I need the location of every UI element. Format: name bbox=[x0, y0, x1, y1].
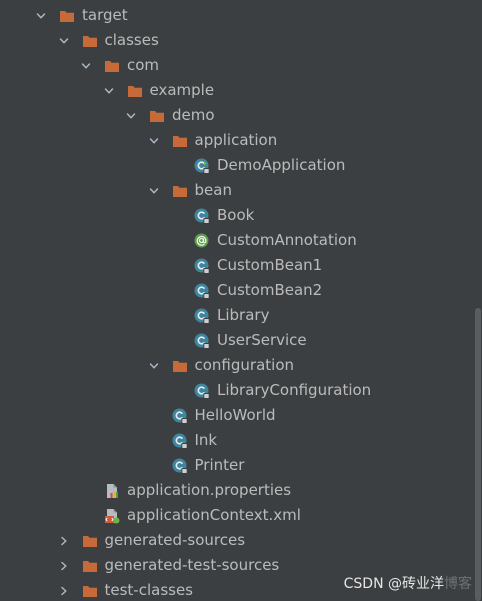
properties-file-icon bbox=[104, 483, 120, 499]
tree-folder-demo[interactable]: demo bbox=[0, 103, 472, 128]
folder-icon bbox=[172, 183, 188, 199]
tree-file-book[interactable]: Book bbox=[0, 203, 472, 228]
tree-item-label: Ink bbox=[194, 431, 218, 449]
tree-item-label: target bbox=[82, 6, 128, 24]
folder-icon bbox=[149, 108, 165, 124]
tree-item-label: test-classes bbox=[104, 581, 194, 599]
folder-icon bbox=[82, 558, 98, 574]
tree-file-application-context-xml[interactable]: applicationContext.xml bbox=[0, 503, 472, 528]
tree-file-ink[interactable]: Ink bbox=[0, 428, 472, 453]
tree-item-label: DemoApplication bbox=[217, 156, 346, 174]
folder-icon bbox=[172, 133, 188, 149]
tree-item-label: Library bbox=[217, 306, 270, 324]
class-icon bbox=[172, 408, 188, 424]
chevron-right-icon[interactable] bbox=[59, 536, 69, 546]
tree-folder-target[interactable]: target bbox=[0, 3, 472, 28]
tree-file-custom-bean1[interactable]: CustomBean1 bbox=[0, 253, 472, 278]
tree-item-label: application.properties bbox=[127, 481, 292, 499]
class-icon bbox=[194, 258, 210, 274]
chevron-down-icon[interactable] bbox=[104, 86, 114, 96]
tree-folder-bean[interactable]: bean bbox=[0, 178, 472, 203]
tree-item-label: LibraryConfiguration bbox=[217, 381, 372, 399]
chevron-down-icon[interactable] bbox=[59, 36, 69, 46]
tree-folder-application[interactable]: application bbox=[0, 128, 472, 153]
tree-file-hello-world[interactable]: HelloWorld bbox=[0, 403, 472, 428]
tree-item-label: generated-test-sources bbox=[104, 556, 280, 574]
tree-folder-classes[interactable]: classes bbox=[0, 28, 472, 53]
tree-item-label: example bbox=[149, 81, 215, 99]
tree-item-label: applicationContext.xml bbox=[127, 506, 301, 524]
tree-file-custom-annotation[interactable]: CustomAnnotation bbox=[0, 228, 472, 253]
tree-file-demo-application[interactable]: DemoApplication bbox=[0, 153, 472, 178]
tree-file-application-properties[interactable]: application.properties bbox=[0, 478, 472, 503]
tree-folder-generated-sources[interactable]: generated-sources bbox=[0, 528, 472, 553]
chevron-down-icon[interactable] bbox=[81, 61, 91, 71]
chevron-down-icon[interactable] bbox=[149, 136, 159, 146]
vertical-scrollbar[interactable] bbox=[474, 0, 482, 601]
folder-icon bbox=[104, 58, 120, 74]
tree-folder-configuration[interactable]: configuration bbox=[0, 353, 472, 378]
tree-item-label: CustomBean1 bbox=[217, 256, 323, 274]
chevron-down-icon[interactable] bbox=[36, 11, 46, 21]
tree-item-label: demo bbox=[172, 106, 215, 124]
tree-item-label: bean bbox=[194, 181, 232, 199]
tree-item-label: Printer bbox=[194, 456, 245, 474]
chevron-right-icon[interactable] bbox=[59, 561, 69, 571]
spring-xml-file-icon bbox=[104, 508, 120, 524]
tree-file-custom-bean2[interactable]: CustomBean2 bbox=[0, 278, 472, 303]
scrollbar-thumb[interactable] bbox=[475, 308, 481, 601]
tree-item-label: classes bbox=[104, 31, 159, 49]
folder-icon bbox=[59, 8, 75, 24]
tree-item-label: configuration bbox=[194, 356, 295, 374]
tree-item-label: CustomAnnotation bbox=[217, 231, 357, 249]
project-tree: target classes com example demo application De… bbox=[0, 0, 482, 601]
tree-item-label: generated-sources bbox=[104, 531, 246, 549]
class-icon bbox=[194, 333, 210, 349]
tree-file-library-configuration[interactable]: LibraryConfiguration bbox=[0, 378, 472, 403]
tree-folder-example[interactable]: example bbox=[0, 78, 472, 103]
tree-folder-com[interactable]: com bbox=[0, 53, 472, 78]
tree-file-library[interactable]: Library bbox=[0, 303, 472, 328]
tree-item-label: com bbox=[127, 56, 160, 74]
tree-item-label: application bbox=[194, 131, 278, 149]
class-icon bbox=[194, 383, 210, 399]
class-icon bbox=[194, 208, 210, 224]
folder-icon bbox=[127, 83, 143, 99]
class-icon bbox=[172, 433, 188, 449]
tree-file-printer[interactable]: Printer bbox=[0, 453, 472, 478]
watermark-faint-text: 博客 bbox=[444, 576, 472, 592]
folder-icon bbox=[172, 358, 188, 374]
class-icon bbox=[194, 308, 210, 324]
class-icon bbox=[172, 458, 188, 474]
watermark: CSDN @砖业洋博客 bbox=[344, 573, 472, 593]
folder-icon bbox=[82, 583, 98, 599]
chevron-right-icon[interactable] bbox=[59, 586, 69, 596]
tree-item-label: UserService bbox=[217, 331, 307, 349]
tree-item-label: Book bbox=[217, 206, 255, 224]
folder-icon bbox=[82, 33, 98, 49]
watermark-text: CSDN @砖业洋 bbox=[343, 576, 444, 592]
tree-item-label: HelloWorld bbox=[194, 406, 276, 424]
tree-item-label: CustomBean2 bbox=[217, 281, 323, 299]
annotation-icon bbox=[194, 233, 210, 249]
spring-boot-class-icon bbox=[194, 158, 210, 174]
chevron-down-icon[interactable] bbox=[126, 111, 136, 121]
tree-file-user-service[interactable]: UserService bbox=[0, 328, 472, 353]
chevron-down-icon[interactable] bbox=[149, 186, 159, 196]
folder-icon bbox=[82, 533, 98, 549]
class-icon bbox=[194, 283, 210, 299]
chevron-down-icon[interactable] bbox=[149, 361, 159, 371]
